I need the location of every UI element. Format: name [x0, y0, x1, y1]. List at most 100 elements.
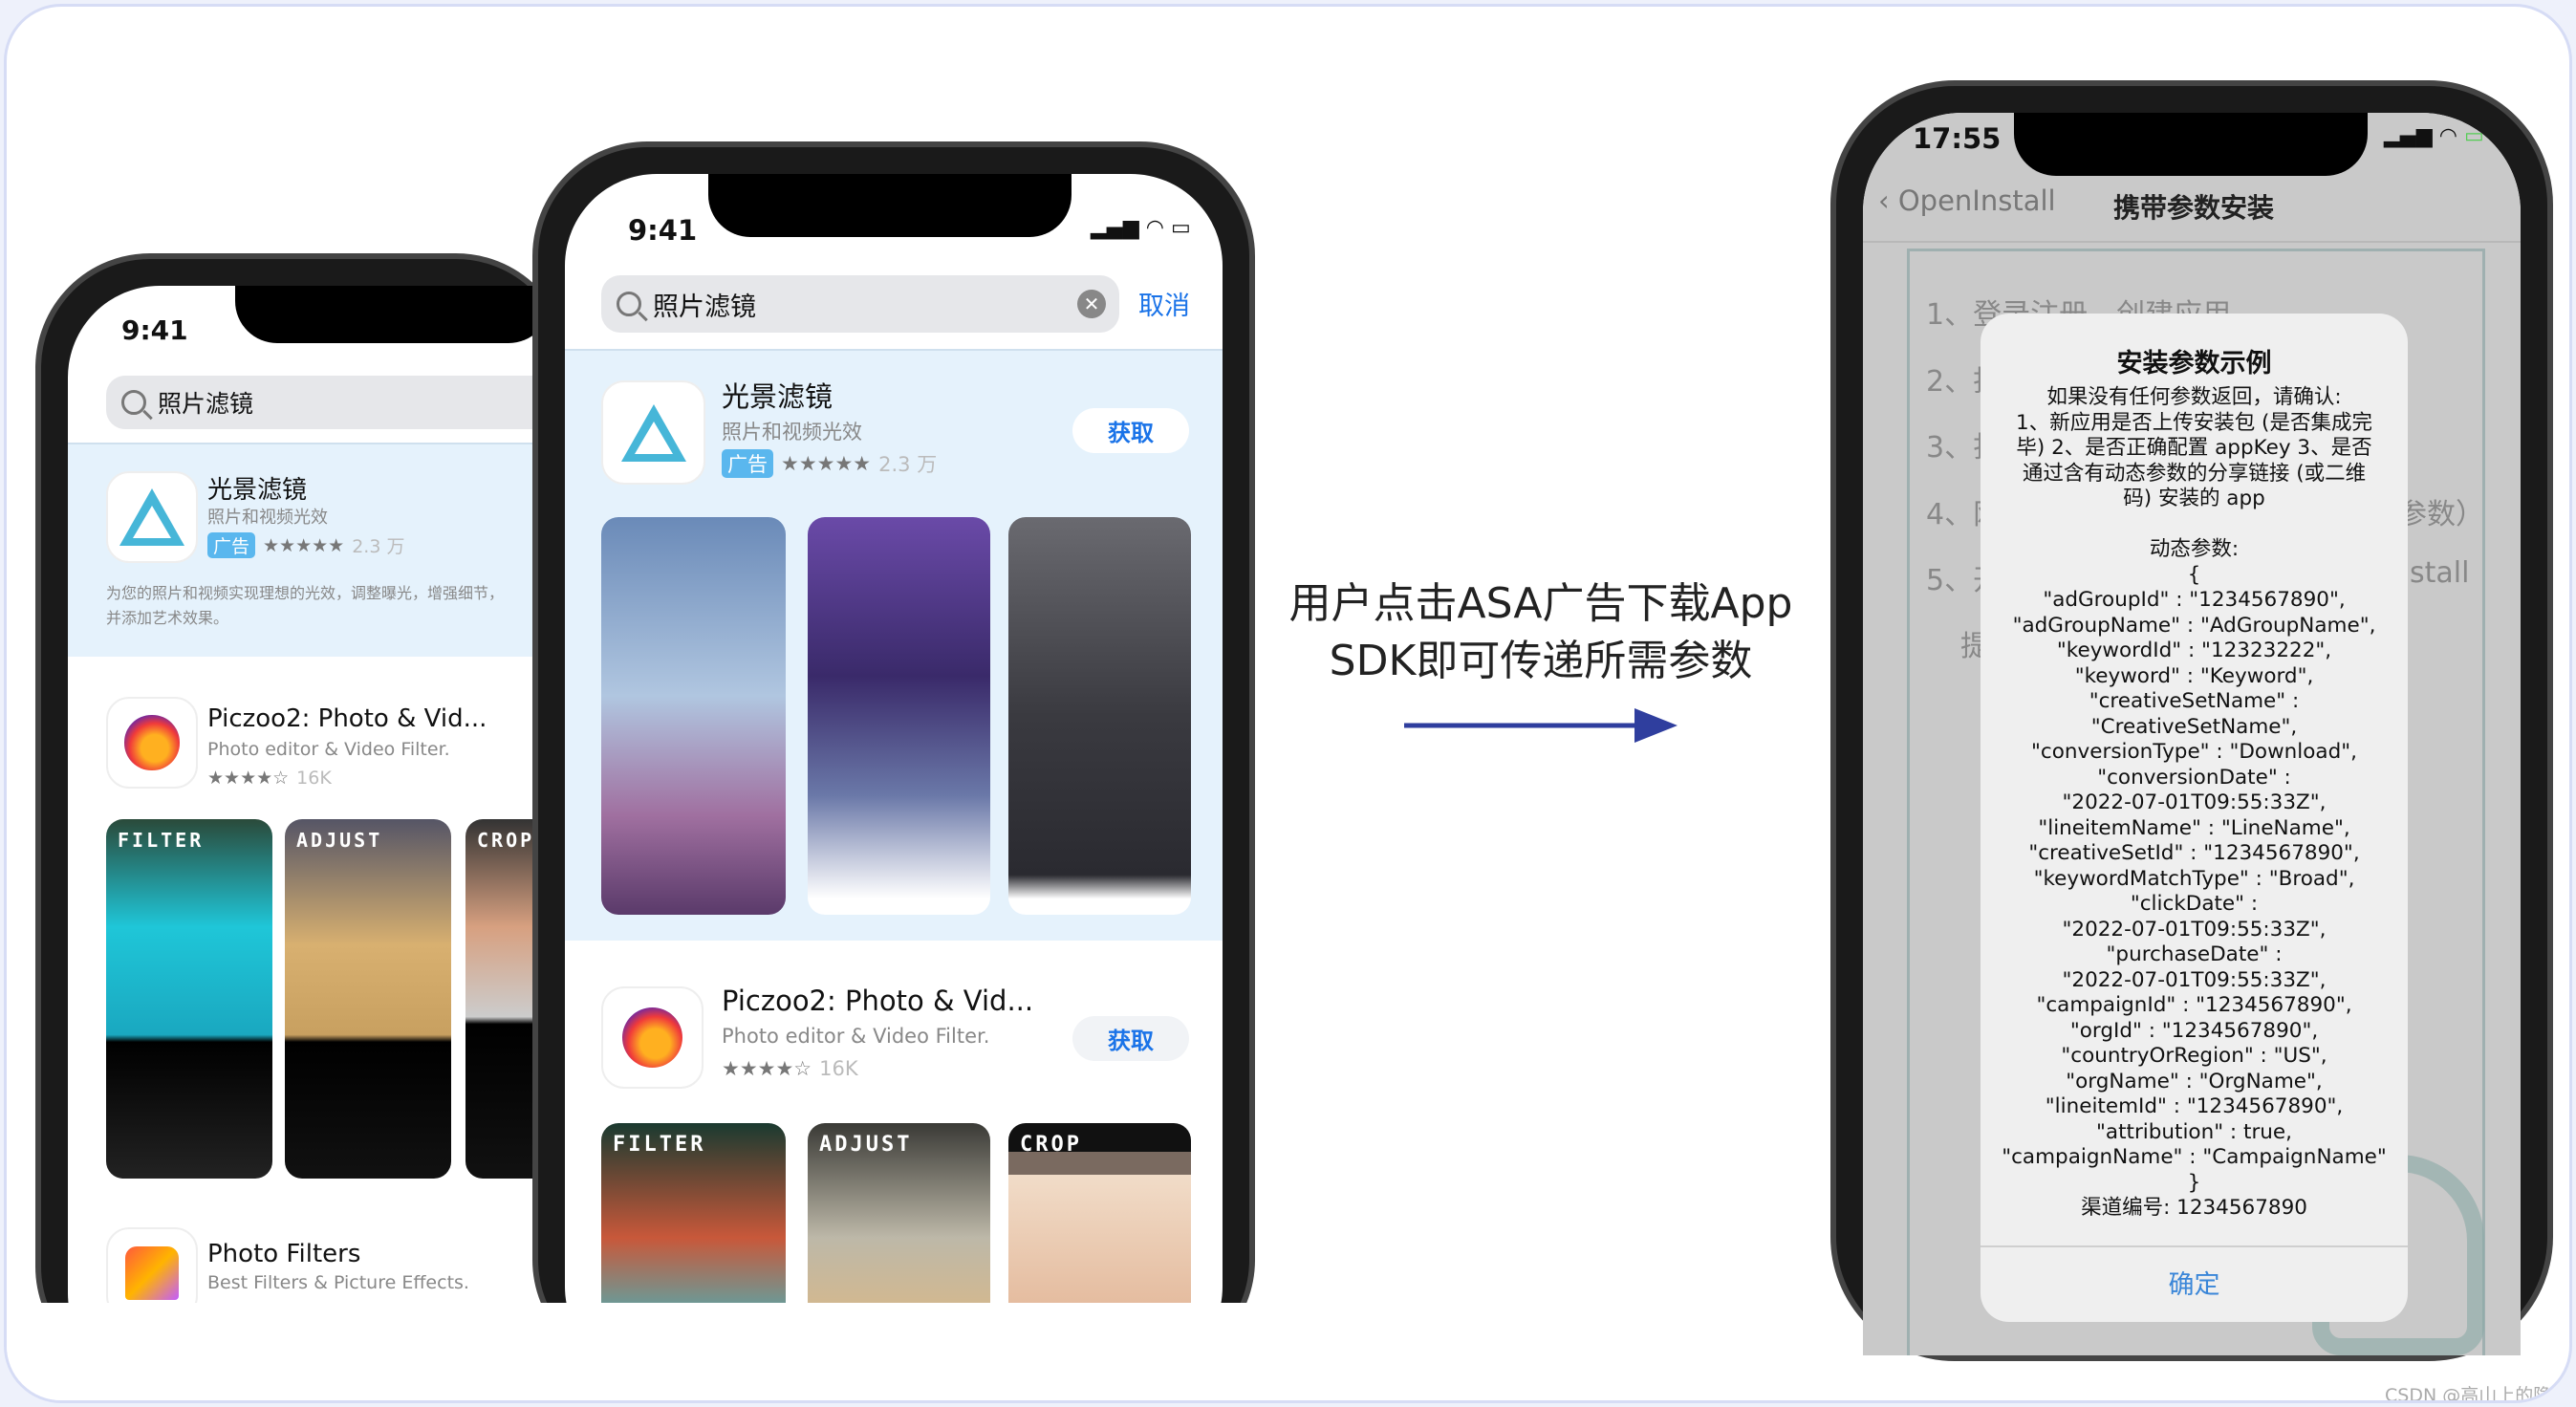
app-rating: ★★★★☆ 16K [722, 1057, 858, 1080]
app-description-1: 为您的照片和视频实现理想的光效，调整曝光，增强细节， [106, 584, 505, 602]
app-subtitle: Photo editor & Video Filter. [722, 1025, 990, 1048]
dialog-line: "orgId" : "1234567890", [2069, 1018, 2319, 1043]
dialog-line: "2022-07-01T09:55:33Z", [2062, 917, 2327, 942]
dialog-line: 渠道编号: 1234567890 [2081, 1196, 2307, 1220]
search-value: 照片滤镜 [653, 292, 756, 322]
screenshot-2[interactable] [808, 517, 990, 915]
dialog-line: 通过含有动态参数的分享链接 (或二维 [2022, 461, 2367, 486]
signal-wifi-battery-icons: ▂▄▆ ◠ ▭ [1091, 216, 1191, 240]
screenshot-1[interactable] [601, 517, 786, 915]
watermark: CSDN @高山上的隐士 [2385, 1385, 2552, 1403]
dialog-line: "campaignName" : "CampaignName" [2002, 1145, 2387, 1169]
app-title[interactable]: Piczoo2: Photo & Vid... [722, 985, 1033, 1017]
screenshot-label: CROP [1020, 1133, 1082, 1157]
rating-stars: ★★★★★ [781, 452, 872, 475]
dialog-line: "2022-07-01T09:55:33Z", [2062, 967, 2327, 992]
app-description-2: 并添加艺术效果。 [106, 609, 229, 627]
dialog-line: { [2187, 562, 2201, 587]
ad-badge: 广告 [207, 532, 256, 558]
dialog-line: "campaignId" : "1234567890", [2036, 993, 2352, 1017]
app-title[interactable]: 光景滤镜 [207, 470, 307, 506]
get-button[interactable]: 获取 [1072, 408, 1189, 453]
canvas: 9:41 照片滤镜 光景滤镜 照片和视频光效 广告 ★★★★★ 2.3 万 为您… [4, 4, 2572, 1403]
openinstall-screen: 17:55 ▂▄▆ ◠ ▭ ‹ OpenInstall 携带参数安装 1、登录注… [1863, 113, 2521, 1355]
dialog-title: 安装参数示例 [2116, 349, 2272, 379]
app-title[interactable]: Piczoo2: Photo & Vid... [207, 704, 487, 733]
app-title[interactable]: Photo Filters [207, 1240, 360, 1268]
app-store-search-screen: 9:41 ▂▄▆ ◠ ▭ 照片滤镜 ✕ 取消 光景滤镜 照片和视频光效 广告 ★… [565, 174, 1223, 1378]
app-subtitle: 照片和视频光效 [207, 508, 328, 528]
dialog-line: "keywordId" : "12323222", [2056, 639, 2332, 662]
dialog-line: "orgName" : "OrgName", [2066, 1069, 2323, 1093]
dialog-line: 毕) 2、是否正确配置 appKey 3、是否 [2016, 436, 2372, 460]
app-icon-guangjing[interactable] [106, 471, 198, 563]
ad-badge: 广告 [722, 449, 773, 478]
screenshot-filter[interactable]: FILTER [106, 819, 272, 1179]
phone-front: 9:41 ▂▄▆ ◠ ▭ 照片滤镜 ✕ 取消 光景滤镜 照片和视频光效 广告 ★… [532, 141, 1255, 1378]
bottom-mask [7, 1303, 1823, 1400]
step-4-fragment: 参数） [2398, 498, 2484, 531]
clear-search-icon[interactable]: ✕ [1077, 290, 1106, 318]
search-input[interactable]: 照片滤镜 ✕ [601, 275, 1119, 333]
photo-filters-logo-icon [125, 1246, 179, 1300]
back-label: OpenInstall [1897, 184, 2056, 217]
nav-title: 携带参数安装 [2113, 192, 2275, 224]
notch [2014, 113, 2368, 176]
rating-stars: ★★★★☆ [722, 1057, 812, 1080]
dialog-line: 如果没有任何参数返回，请确认: [2046, 385, 2342, 409]
dialog-line: 码) 安装的 app [2123, 487, 2265, 510]
caption-line-1: 用户点击ASA广告下载App [1288, 579, 1793, 628]
dialog-line: "adGroupName" : "AdGroupName", [2012, 613, 2376, 638]
cancel-button[interactable]: 取消 [1138, 285, 1190, 322]
notch [235, 286, 551, 343]
phone-back: 9:41 照片滤镜 光景滤镜 照片和视频光效 广告 ★★★★★ 2.3 万 为您… [35, 253, 641, 1385]
screenshot-label: FILTER [118, 829, 205, 852]
dialog-line: 1、新应用是否上传安装包 (是否集成完 [2016, 410, 2372, 435]
phone-right: 17:55 ▂▄▆ ◠ ▭ ‹ OpenInstall 携带参数安装 1、登录注… [1830, 80, 2553, 1361]
screenshot-adjust[interactable]: ADJUST [285, 819, 451, 1179]
dialog-line: "purchaseDate" : [2106, 942, 2283, 966]
rating-stars: ★★★★☆ [207, 768, 290, 789]
dialog-line: "conversionType" : "Download", [2031, 740, 2357, 764]
screenshot-label: ADJUST [819, 1133, 913, 1157]
back-button[interactable]: ‹ OpenInstall [1878, 184, 2056, 217]
status-time: 9:41 [628, 214, 698, 247]
search-icon [617, 292, 641, 316]
app-icon-piczoo[interactable] [601, 986, 704, 1089]
app-subtitle: 照片和视频光效 [722, 421, 862, 444]
app-rating: 广告 ★★★★★ 2.3 万 [207, 532, 404, 558]
triangle-logo-icon [119, 488, 184, 546]
dialog-body: 如果没有任何参数返回，请确认: 1、新应用是否上传安装包 (是否集成完 毕) 2、是… [1981, 385, 2408, 1222]
dialog-line: "countryOrRegion" : "US", [2061, 1044, 2327, 1068]
step-5-fragment: stall [2410, 556, 2470, 590]
search-value: 照片滤镜 [158, 390, 254, 418]
app-subtitle: Photo editor & Video Filter. [207, 739, 450, 760]
dialog-line: "lineitemName" : "LineName", [2038, 815, 2350, 840]
rating-count: 2.3 万 [352, 536, 405, 557]
piczoo-logo-icon [621, 1007, 683, 1069]
app-icon-guangjing[interactable] [601, 380, 705, 485]
app-rating: 广告 ★★★★★ 2.3 万 [722, 449, 937, 478]
install-params-dialog: 安装参数示例 如果没有任何参数返回，请确认: 1、新应用是否上传安装包 (是否集成… [1981, 314, 2408, 1322]
status-time: 9:41 [121, 314, 188, 346]
rating-count: 16K [296, 768, 332, 789]
caption-line-2: SDK即可传递所需参数 [1329, 637, 1753, 685]
screenshot-label: ADJUST [296, 829, 383, 852]
dialog-line: "lineitemId" : "1234567890", [2045, 1094, 2344, 1118]
dialog-line: "creativeSetName" : [2089, 689, 2300, 713]
signal-wifi-battery-icons: ▂▄▆ ◠ ▭ [2384, 124, 2484, 148]
app-title[interactable]: 光景滤镜 [722, 375, 833, 415]
rating-count: 16K [819, 1057, 858, 1080]
arrow-right-icon [1404, 708, 1678, 743]
app-icon-piczoo[interactable] [106, 697, 198, 789]
app-subtitle: Best Filters & Picture Effects. [207, 1272, 469, 1293]
rating-count: 2.3 万 [878, 453, 938, 476]
dialog-divider [1981, 1245, 2408, 1247]
dialog-line: "conversionDate" : [2097, 765, 2291, 790]
screenshot-3[interactable] [1008, 517, 1191, 915]
rating-stars: ★★★★★ [263, 534, 345, 556]
get-button[interactable]: 获取 [1072, 1016, 1189, 1061]
dialog-line [1981, 512, 2408, 538]
dialog-line: "keywordMatchType" : "Broad", [2033, 866, 2355, 891]
confirm-button[interactable]: 确定 [1981, 1248, 2408, 1322]
